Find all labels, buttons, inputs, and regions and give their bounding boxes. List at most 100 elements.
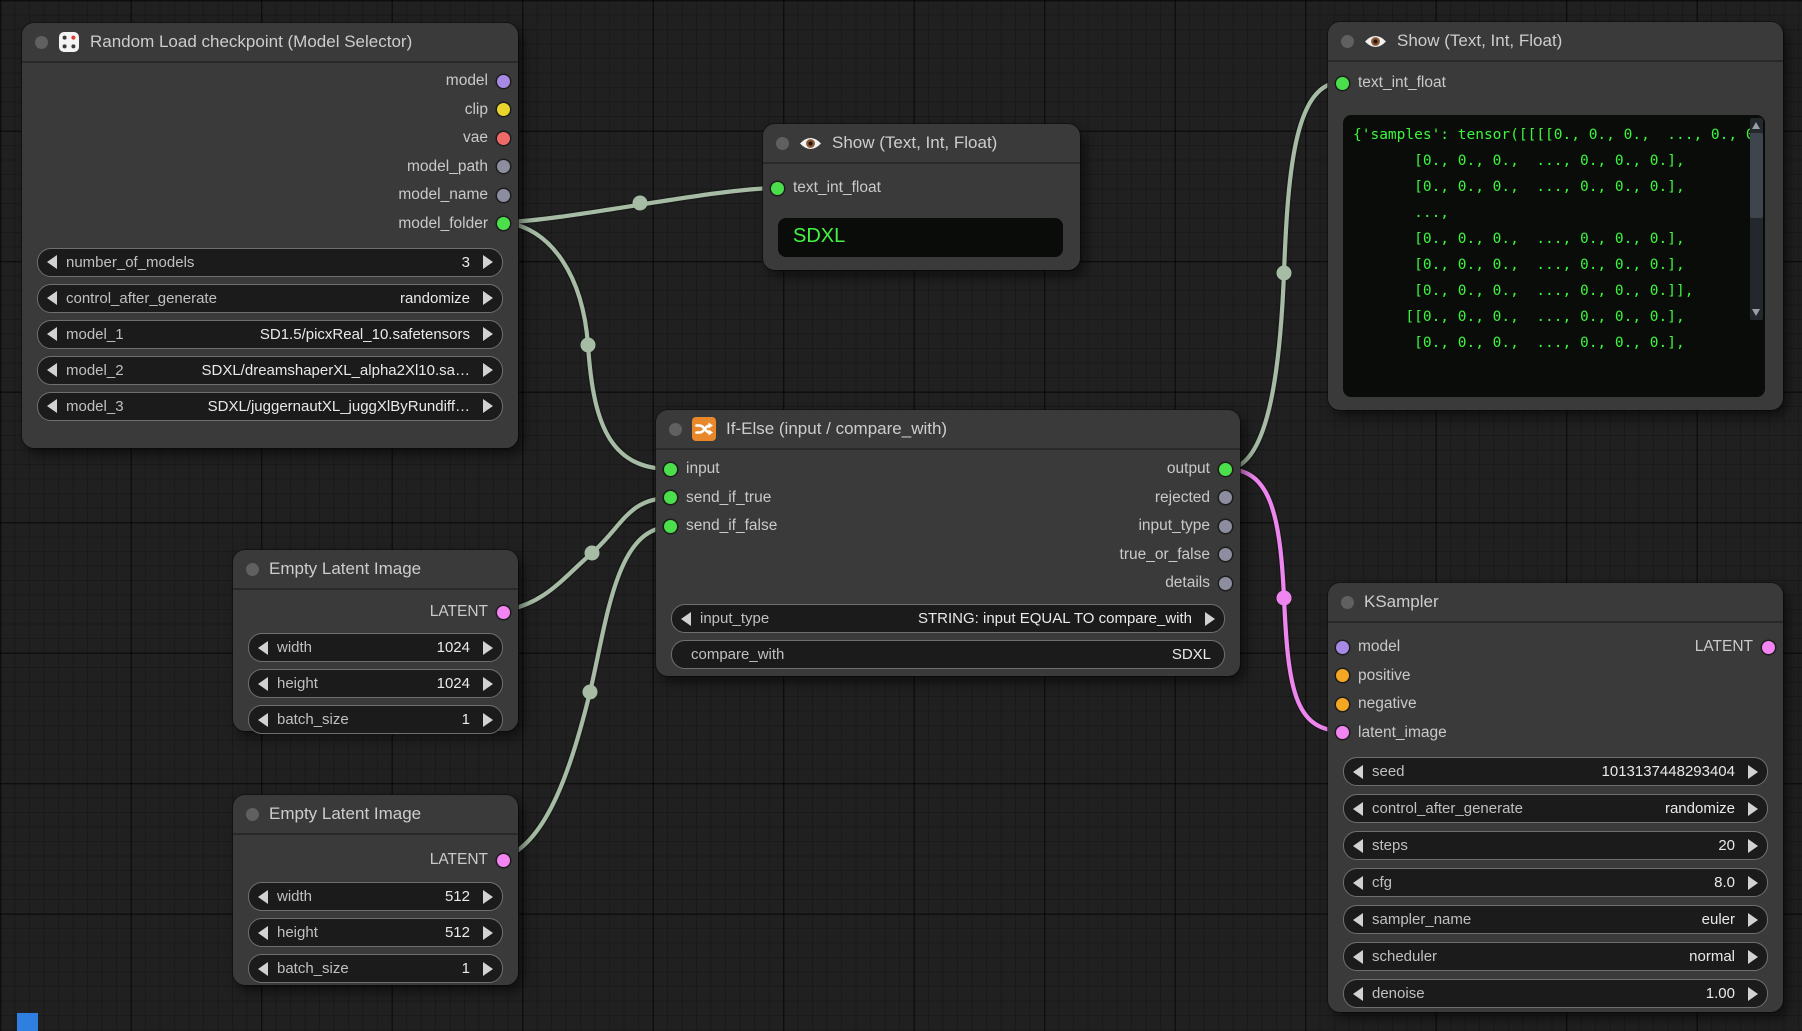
increment-arrow-icon[interactable]	[1748, 950, 1758, 964]
node-titlebar[interactable]: Show (Text, Int, Float)	[763, 124, 1080, 164]
output-slot-dot[interactable]	[497, 217, 510, 230]
increment-arrow-icon[interactable]	[483, 713, 493, 727]
collapse-dot[interactable]	[1341, 35, 1354, 48]
increment-arrow-icon[interactable]	[1748, 765, 1758, 779]
output-slot-dot[interactable]	[1219, 577, 1232, 590]
increment-arrow-icon[interactable]	[483, 926, 493, 940]
widget-width[interactable]: width 1024	[248, 633, 503, 662]
increment-arrow-icon[interactable]	[483, 399, 493, 413]
node-titlebar[interactable]: Random Load checkpoint (Model Selector)	[22, 23, 518, 63]
output-slot-dot[interactable]	[1762, 641, 1775, 654]
input-slot-dot[interactable]	[1336, 77, 1349, 90]
decrement-arrow-icon[interactable]	[1353, 950, 1363, 964]
increment-arrow-icon[interactable]	[1748, 839, 1758, 853]
output-slot-dot[interactable]	[1219, 463, 1232, 476]
widget-number-of-models[interactable]: number_of_models 3	[37, 248, 503, 277]
decrement-arrow-icon[interactable]	[1353, 839, 1363, 853]
decrement-arrow-icon[interactable]	[1353, 765, 1363, 779]
widget-denoise[interactable]: denoise 1.00	[1343, 979, 1768, 1008]
increment-arrow-icon[interactable]	[483, 677, 493, 691]
node-random-load-checkpoint[interactable]: Random Load checkpoint (Model Selector) …	[22, 23, 518, 448]
output-slot-dot[interactable]	[1219, 491, 1232, 504]
decrement-arrow-icon[interactable]	[258, 926, 268, 940]
input-slot-dot[interactable]	[1336, 669, 1349, 682]
input-slot-dot[interactable]	[771, 182, 784, 195]
decrement-arrow-icon[interactable]	[47, 363, 57, 377]
decrement-arrow-icon[interactable]	[47, 327, 57, 341]
widget-seed[interactable]: seed 1013137448293404	[1343, 757, 1768, 786]
output-slot-dot[interactable]	[497, 132, 510, 145]
collapse-dot[interactable]	[35, 36, 48, 49]
collapse-dot[interactable]	[1341, 596, 1354, 609]
widget-model-2[interactable]: model_2 SDXL/dreamshaperXL_alpha2Xl10.sa…	[37, 356, 503, 385]
collapse-dot[interactable]	[669, 423, 682, 436]
node-titlebar[interactable]: KSampler	[1328, 583, 1783, 623]
widget-input-type[interactable]: input_type STRING: input EQUAL TO compar…	[671, 604, 1225, 633]
widget-cfg[interactable]: cfg 8.0	[1343, 868, 1768, 897]
decrement-arrow-icon[interactable]	[1353, 802, 1363, 816]
show-tensor-box[interactable]: {'samples': tensor([[[[0., 0., 0., ..., …	[1343, 115, 1765, 397]
node-titlebar[interactable]: Empty Latent Image	[233, 795, 518, 835]
input-slot-dot[interactable]	[664, 491, 677, 504]
output-slot-dot[interactable]	[497, 189, 510, 202]
input-slot-dot[interactable]	[664, 463, 677, 476]
input-slot-dot[interactable]	[1336, 641, 1349, 654]
decrement-arrow-icon[interactable]	[1353, 876, 1363, 890]
widget-width[interactable]: width 512	[248, 882, 503, 911]
decrement-arrow-icon[interactable]	[258, 890, 268, 904]
widget-batch-size[interactable]: batch_size 1	[248, 705, 503, 734]
output-slot-dot[interactable]	[497, 160, 510, 173]
increment-arrow-icon[interactable]	[483, 641, 493, 655]
increment-arrow-icon[interactable]	[1748, 913, 1758, 927]
output-slot-dot[interactable]	[497, 606, 510, 619]
output-slot-dot[interactable]	[497, 854, 510, 867]
widget-height[interactable]: height 512	[248, 918, 503, 947]
increment-arrow-icon[interactable]	[483, 327, 493, 341]
widget-model-1[interactable]: model_1 SD1.5/picxReal_10.safetensors	[37, 320, 503, 349]
node-ksampler[interactable]: KSampler model positive negative latent_…	[1328, 583, 1783, 1012]
scrollbar-thumb[interactable]	[1750, 133, 1763, 218]
output-slot-dot[interactable]	[497, 75, 510, 88]
increment-arrow-icon[interactable]	[1748, 802, 1758, 816]
graph-canvas[interactable]: { "colors": { "link_default": "#a6bca4",…	[0, 0, 1802, 1031]
increment-arrow-icon[interactable]	[483, 291, 493, 305]
decrement-arrow-icon[interactable]	[258, 962, 268, 976]
decrement-arrow-icon[interactable]	[47, 255, 57, 269]
input-slot-dot[interactable]	[1336, 726, 1349, 739]
increment-arrow-icon[interactable]	[1748, 987, 1758, 1001]
collapse-dot[interactable]	[776, 137, 789, 150]
node-empty-latent-1[interactable]: Empty Latent Image LATENT width 1024 hei…	[233, 550, 518, 731]
decrement-arrow-icon[interactable]	[1353, 913, 1363, 927]
decrement-arrow-icon[interactable]	[258, 713, 268, 727]
decrement-arrow-icon[interactable]	[47, 399, 57, 413]
increment-arrow-icon[interactable]	[1205, 612, 1215, 626]
widget-steps[interactable]: steps 20	[1343, 831, 1768, 860]
input-slot-dot[interactable]	[664, 520, 677, 533]
output-slot-dot[interactable]	[497, 103, 510, 116]
decrement-arrow-icon[interactable]	[47, 291, 57, 305]
output-slot-dot[interactable]	[1219, 520, 1232, 533]
decrement-arrow-icon[interactable]	[258, 677, 268, 691]
widget-control-after-generate[interactable]: control_after_generate randomize	[1343, 794, 1768, 823]
increment-arrow-icon[interactable]	[483, 962, 493, 976]
node-show-mid[interactable]: Show (Text, Int, Float) text_int_float S…	[763, 124, 1080, 270]
node-titlebar[interactable]: If-Else (input / compare_with)	[656, 410, 1240, 450]
widget-scheduler[interactable]: scheduler normal	[1343, 942, 1768, 971]
node-show-right[interactable]: Show (Text, Int, Float) text_int_float {…	[1328, 22, 1783, 410]
node-titlebar[interactable]: Show (Text, Int, Float)	[1328, 22, 1783, 62]
node-empty-latent-2[interactable]: Empty Latent Image LATENT width 512 heig…	[233, 795, 518, 985]
scroll-down-arrow-icon[interactable]	[1752, 309, 1760, 316]
decrement-arrow-icon[interactable]	[681, 612, 691, 626]
increment-arrow-icon[interactable]	[1748, 876, 1758, 890]
input-slot-dot[interactable]	[1336, 698, 1349, 711]
widget-sampler-name[interactable]: sampler_name euler	[1343, 905, 1768, 934]
widget-height[interactable]: height 1024	[248, 669, 503, 698]
increment-arrow-icon[interactable]	[483, 255, 493, 269]
decrement-arrow-icon[interactable]	[1353, 987, 1363, 1001]
widget-compare-with[interactable]: compare_with SDXL	[671, 640, 1225, 669]
scroll-up-arrow-icon[interactable]	[1752, 122, 1760, 129]
collapse-dot[interactable]	[246, 563, 259, 576]
increment-arrow-icon[interactable]	[483, 890, 493, 904]
output-slot-dot[interactable]	[1219, 548, 1232, 561]
node-ifelse[interactable]: If-Else (input / compare_with) input sen…	[656, 410, 1240, 676]
